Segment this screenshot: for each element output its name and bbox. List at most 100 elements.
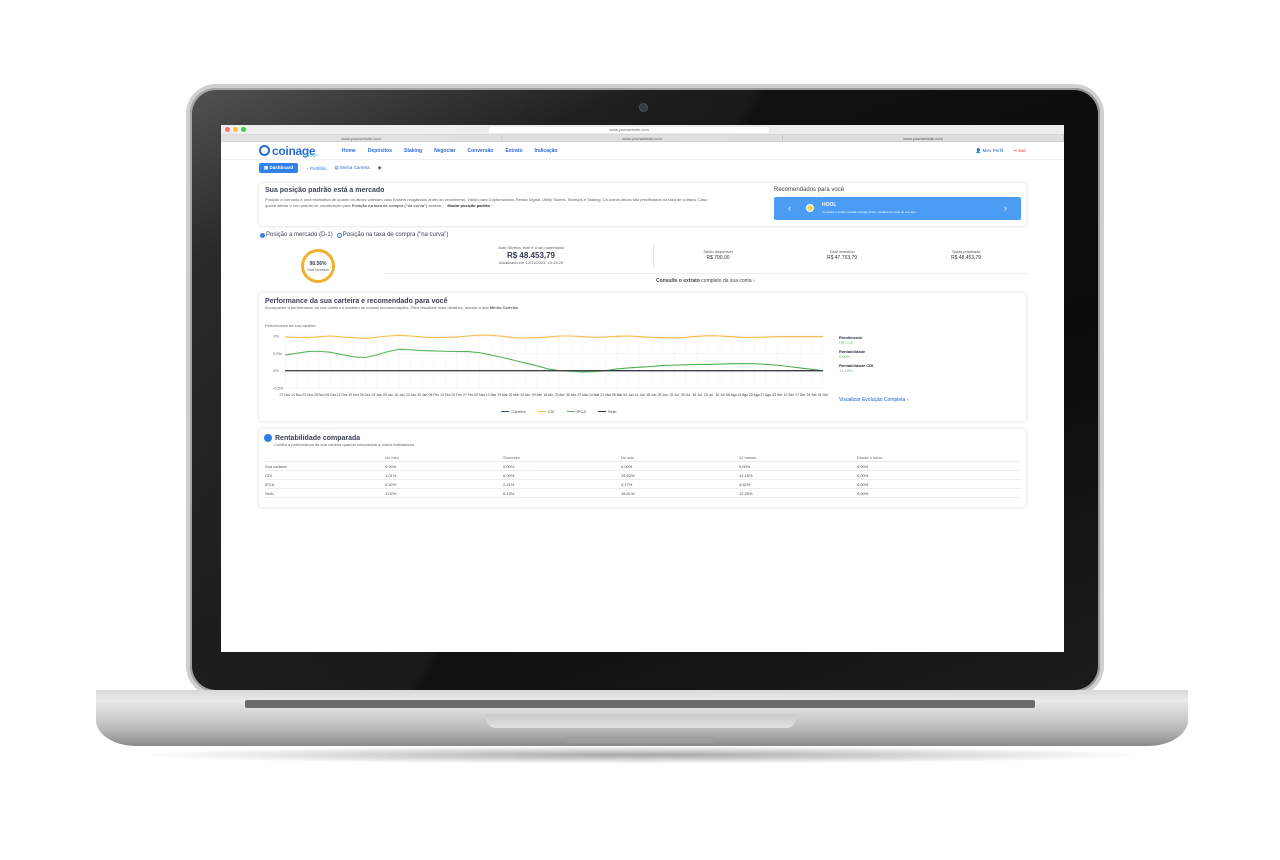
position-access-text: acesse: [428,203,443,208]
legend-item-selic[interactable]: Selic [597,409,617,414]
menu-home[interactable]: Home [342,148,356,154]
patrimony-block: Juan Silveira, este é o seu patrimônio R… [451,245,611,266]
performance-side-stats: Rendimento R$ 0,00 Rentabilidade 0,00% R… [839,335,919,373]
keyboard-edge [245,700,1035,708]
position-change-line: queira alterar o seu padrão de visualiza… [265,203,765,209]
side-stat-value: 0,00% [839,354,851,359]
table-cell: 12,15% [739,470,857,480]
tab-minha-carteira[interactable]: ▤ Minha Carteira [335,165,370,171]
table-cell: 0,00% [857,479,1021,489]
table-cell: 15,61% [621,488,739,498]
menu-indicacao[interactable]: Indicação [535,148,558,154]
profile-link[interactable]: 👤 Meu Perfil [976,148,1003,154]
carousel-prev-icon[interactable]: ‹ [788,203,791,213]
table-cell: 0,00% [857,461,1021,471]
radio-curve[interactable]: Posição na taxa de compra ("na curva") [336,232,449,238]
browser-tab[interactable]: www.yourwebsite.com [502,135,783,141]
full-evolution-link[interactable]: Visualizar Evolução Completa › [839,397,908,403]
position-title: Sua posição padrão está a mercado [265,187,385,194]
performance-card: Performance da sua carteira e recomendad… [259,293,1026,421]
close-window-icon[interactable] [225,127,230,132]
divider [384,273,1029,274]
x-tick-label: 30 Jul [715,393,724,397]
portfolio-icon: ◔ [306,165,309,171]
legend-item-cdi[interactable]: CDI [537,409,555,414]
statement-link[interactable]: Consulte o extrato completo da sua conta… [656,278,755,284]
menu-staking[interactable]: Staking [404,148,422,154]
performance-title: Performance da sua carteira e recomendad… [265,298,448,305]
table-cell: 1,02% [385,488,503,498]
comparison-table: No mês Semestre No ano 12 meses Desde o … [265,453,1021,498]
x-tick-label: 07 Mai [578,393,588,397]
browser-tab[interactable]: www.yourwebsite.com [221,135,502,141]
y-tick-label: 0,5% [273,351,283,356]
table-header-row: No mês Semestre No ano 12 meses Desde o … [265,453,1021,462]
stat-projected: Saldo projetado R$ 48.453,79 [904,249,1028,261]
menu-depositos[interactable]: Depósitos [368,148,392,154]
x-tick-label: 13 Ago [738,393,749,397]
x-tick-label: 23 Jul [704,393,713,397]
logout-icon: ⇥ [1012,147,1017,153]
table-row: CDI 1,01% 6,09% 15,62% 12,15% 0,00% [265,470,1021,480]
radio-curve-label: Posição na taxa de compra ("na curva") [342,232,449,238]
top-navigation: coinage GROUP Home Depósitos Staking Neg… [221,142,1064,160]
table-cell: 1,01% [385,470,503,480]
browser-tab[interactable]: www.yourwebsite.com [783,135,1064,141]
stat-value: R$ 47.753,79 [826,255,858,261]
chart-legend: Carteira CDI IPCA Selic [459,409,659,414]
y-tick-label: 1% [273,334,279,339]
table-cell: 6,13% [503,488,621,498]
x-tick-label: 11 Jun [635,393,645,397]
column-header [265,453,385,462]
menu-conversao[interactable]: Conversão [467,148,493,154]
legend-item-carteira[interactable]: Carteira [501,409,526,414]
x-tick-label: 01 Out [818,393,828,397]
minha-carteira-link[interactable]: Minha Carteira. [490,305,519,310]
chevron-right-icon: › [491,203,493,208]
x-tick-label: 30 Jan [417,393,427,397]
table-cell: 0,00% [857,488,1021,498]
balance-stats: Saldo disponível R$ 700,00 Total investid… [656,249,1028,261]
table-cell: CDI [265,470,385,480]
legend-item-ipca[interactable]: IPCA [566,409,586,414]
coinage-logo[interactable]: coinage GROUP [259,144,318,158]
table-cell: 0,00% [503,461,621,471]
table-cell: Sua carteira [265,461,385,471]
x-tick-label: 16 Jul [693,393,702,397]
change-position-link[interactable]: Mudar posição padrão [447,203,490,208]
x-tick-label: 20 Ago [749,393,760,397]
table-row: IPCA 0,40% 2,41% 4,17% 4,82% 0,00% [265,479,1021,489]
maximize-window-icon[interactable] [241,127,246,132]
laptop-mockup: www.yourwebsite.com www.yourwebsite.com … [0,0,1280,860]
address-bar[interactable]: www.yourwebsite.com [489,126,769,133]
tab-portfolio[interactable]: ◔ Portfólio [306,166,327,171]
radio-market[interactable]: Posição a mercado (D-1) [260,232,333,238]
table-cell: 6,09% [503,470,621,480]
x-tick-label: 20 Fev [452,393,463,397]
table-cell: 12,25% [739,488,857,498]
logout-link[interactable]: ⇥ Sair [1013,148,1026,154]
menu-extrato[interactable]: Extrato [505,148,522,154]
tab-dashboard[interactable]: ▣ Dashboard [259,163,299,173]
recommended-carousel[interactable]: ‹ HOOL Compare o melhor investir a longo… [774,197,1021,220]
minimize-window-icon[interactable] [233,127,238,132]
position-change-text: queira alterar o seu padrão de visualiza… [265,203,351,208]
trackpad [486,714,796,728]
eye-icon[interactable]: ◉ [378,165,382,171]
divider [653,245,654,267]
table-cell: 2,41% [503,479,621,489]
x-tick-label: 23 Jan [406,393,416,397]
table-cell: Selic [265,488,385,498]
x-tick-label: 12 Dez [337,393,348,397]
column-header: Desde o início [857,453,1021,462]
legend-swatch [537,410,546,413]
statement-link-bold: Consulte o extrato [656,278,700,284]
x-tick-label: 27 Ago [760,393,771,397]
carousel-next-icon[interactable]: › [1004,203,1007,213]
opening-notch [565,737,715,743]
y-tick-label: 0% [273,368,279,373]
x-tick-label: 28 Mai [612,393,622,397]
menu-negociar[interactable]: Negociar [434,148,455,154]
x-tick-label: 02 Jul [670,393,679,397]
hool-token-icon [806,204,814,212]
